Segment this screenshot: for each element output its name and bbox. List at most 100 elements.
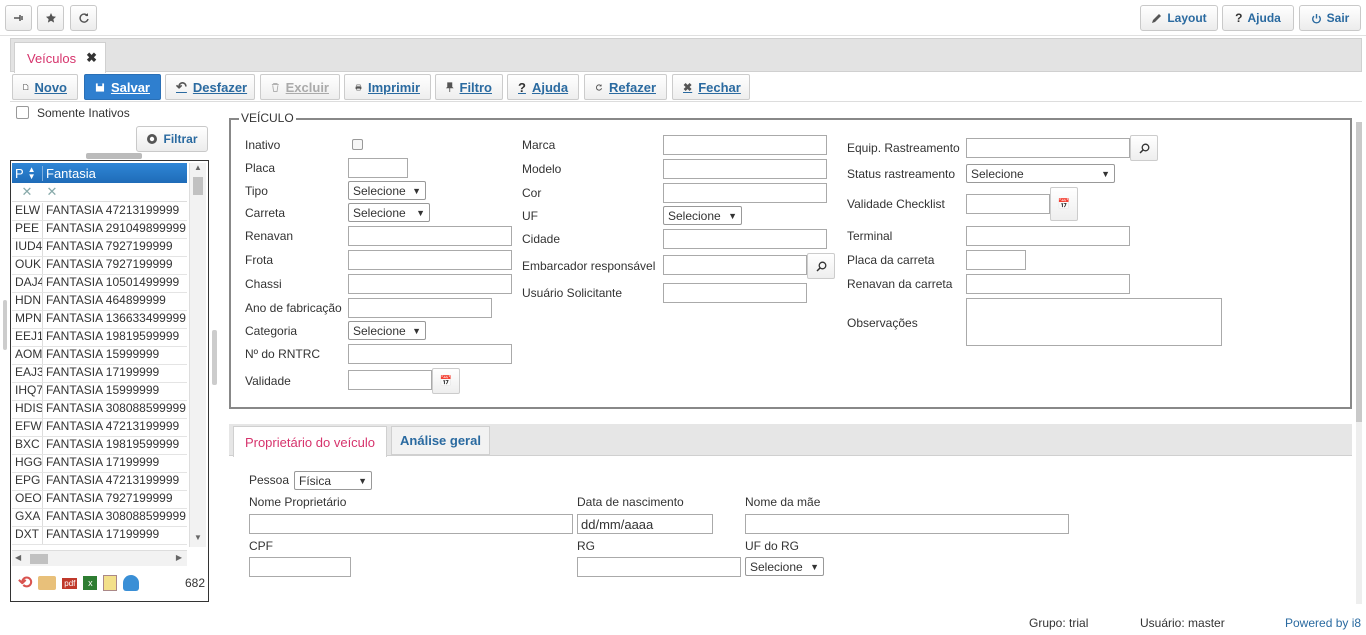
table-row[interactable]: DAJ4 FANTASIA 10501499999	[12, 275, 187, 293]
equip-search-button[interactable]	[1130, 135, 1158, 161]
scroll-down-icon[interactable]: ▼	[190, 533, 206, 547]
status-select[interactable]: Selecione ▼	[966, 164, 1115, 183]
table-row[interactable]: OUK FANTASIA 7927199999	[12, 257, 187, 275]
tab-strip	[10, 38, 1362, 72]
terminal-input[interactable]	[966, 226, 1130, 246]
desfazer-button[interactable]: ↶ Desfazer	[165, 74, 255, 100]
table-row[interactable]: BXC FANTASIA 19819599999	[12, 437, 187, 455]
table-row[interactable]: IHQ7 FANTASIA 15999999	[12, 383, 187, 401]
table-row[interactable]: IUD4 FANTASIA 7927199999	[12, 239, 187, 257]
tab-proprietario[interactable]: Proprietário do veículo	[233, 426, 387, 457]
validade-input[interactable]	[348, 370, 432, 390]
categoria-select[interactable]: Selecione ▼	[348, 321, 426, 340]
cidade-input[interactable]	[663, 229, 827, 249]
table-row[interactable]: HGG FANTASIA 17199999	[12, 455, 187, 473]
mae-input[interactable]	[745, 514, 1069, 534]
cor-input[interactable]	[663, 183, 827, 203]
pessoa-select[interactable]: Física ▼	[294, 471, 372, 490]
table-row[interactable]: HDIS FANTASIA 308088599999	[12, 401, 187, 419]
table-row[interactable]: GXA FANTASIA 308088599999	[12, 509, 187, 527]
footer-powered[interactable]: Powered by i8	[1285, 616, 1361, 630]
embarcador-search-button[interactable]	[807, 253, 835, 279]
filtro-button[interactable]: Filtro	[435, 74, 503, 100]
hscroll-thumb[interactable]	[30, 554, 48, 564]
col-p-header[interactable]: P ▲ ▼	[12, 166, 42, 181]
imprimir-button[interactable]: Imprimir	[344, 74, 431, 100]
tipo-select[interactable]: Selecione ▼	[348, 181, 426, 200]
table-row[interactable]: EEJ1 FANTASIA 19819599999	[12, 329, 187, 347]
reload-icon[interactable]: ⟲	[18, 573, 32, 593]
scroll-up-icon[interactable]: ▲	[190, 163, 206, 177]
pin-button[interactable]	[5, 5, 32, 31]
rntrc-input[interactable]	[348, 344, 512, 364]
grid-hscroll[interactable]: ◀ ▶	[12, 550, 187, 566]
table-row[interactable]: HDN FANTASIA 464899999	[12, 293, 187, 311]
frota-input[interactable]	[348, 250, 512, 270]
novo-button[interactable]: Novo	[12, 74, 78, 100]
inativo-checkbox[interactable]	[352, 139, 363, 150]
table-row[interactable]: DXT FANTASIA 17199999	[12, 527, 187, 545]
scroll-thumb[interactable]	[193, 177, 203, 195]
carreta-select[interactable]: Selecione ▼	[348, 203, 430, 222]
table-row[interactable]: AOM FANTASIA 15999999	[12, 347, 187, 365]
nome-input[interactable]	[249, 514, 573, 534]
table-row[interactable]: ELW FANTASIA 47213199999	[12, 203, 187, 221]
inactive-checkbox[interactable]	[16, 106, 29, 119]
clear-filter-icon[interactable]: ✕	[12, 184, 42, 201]
grid-vscroll[interactable]: ▲ ▼	[189, 163, 206, 547]
user-icon[interactable]	[123, 575, 140, 591]
nascimento-input[interactable]: dd/mm/aaaa	[577, 514, 713, 534]
refresh-button[interactable]	[70, 5, 97, 31]
ajuda-button[interactable]: ? Ajuda	[507, 74, 579, 100]
printer-icon[interactable]	[38, 576, 57, 590]
usuario-input[interactable]	[663, 283, 807, 303]
filtrar-button[interactable]: Filtrar	[136, 126, 208, 152]
tab-analise[interactable]: Análise geral	[391, 426, 490, 455]
table-row[interactable]: EPG FANTASIA 47213199999	[12, 473, 187, 491]
clear-filter-icon[interactable]: ✕	[42, 184, 62, 201]
table-row[interactable]: EFW FANTASIA 47213199999	[12, 419, 187, 437]
checklist-calendar-button[interactable]: 📅	[1050, 187, 1078, 221]
table-row[interactable]: MPN FANTASIA 136633499999	[12, 311, 187, 329]
equip-input[interactable]	[966, 138, 1130, 158]
notes-icon[interactable]	[103, 575, 118, 591]
uf-select[interactable]: Selecione ▼	[663, 206, 742, 225]
cpf-input[interactable]	[249, 557, 351, 577]
refazer-button[interactable]: Refazer	[584, 74, 667, 100]
uf-rg-select[interactable]: Selecione ▼	[745, 557, 824, 576]
excel-icon[interactable]: x	[83, 576, 98, 590]
fechar-button[interactable]: ✖ Fechar	[672, 74, 750, 100]
table-row[interactable]: PEE FANTASIA 291049899999	[12, 221, 187, 239]
left-edge-handle[interactable]	[3, 300, 7, 350]
placa-carreta-input[interactable]	[966, 250, 1026, 270]
col-fantasia-header[interactable]: Fantasia	[42, 165, 187, 181]
side-splitter[interactable]	[212, 330, 217, 385]
checklist-input[interactable]	[966, 194, 1050, 214]
close-icon[interactable]: ✖	[86, 50, 97, 66]
main-vscroll[interactable]	[1356, 122, 1362, 604]
favorite-button[interactable]	[37, 5, 64, 31]
tab-veiculos[interactable]: Veículos ✖	[14, 42, 106, 73]
exit-button[interactable]: Sair	[1299, 5, 1361, 31]
salvar-button[interactable]: Salvar	[84, 74, 161, 100]
excluir-button[interactable]: Excluir	[260, 74, 340, 100]
layout-button[interactable]: Layout	[1140, 5, 1218, 31]
embarcador-input[interactable]	[663, 255, 807, 275]
scroll-right-icon[interactable]: ▶	[176, 553, 182, 562]
placa-input[interactable]	[348, 158, 408, 178]
marca-input[interactable]	[663, 135, 827, 155]
obs-textarea[interactable]	[966, 298, 1222, 346]
renavan-input[interactable]	[348, 226, 512, 246]
ano-input[interactable]	[348, 298, 492, 318]
pdf-icon[interactable]: pdf	[62, 577, 78, 589]
modelo-input[interactable]	[663, 159, 827, 179]
table-row[interactable]: EAJ3 FANTASIA 17199999	[12, 365, 187, 383]
splitter-handle[interactable]	[86, 153, 142, 159]
table-row[interactable]: OEO FANTASIA 7927199999	[12, 491, 187, 509]
chassi-input[interactable]	[348, 274, 512, 294]
help-button[interactable]: ? Ajuda	[1222, 5, 1294, 31]
validade-calendar-button[interactable]: 📅	[432, 368, 460, 394]
scroll-left-icon[interactable]: ◀	[15, 553, 21, 562]
rg-input[interactable]	[577, 557, 741, 577]
renavan-carreta-input[interactable]	[966, 274, 1130, 294]
